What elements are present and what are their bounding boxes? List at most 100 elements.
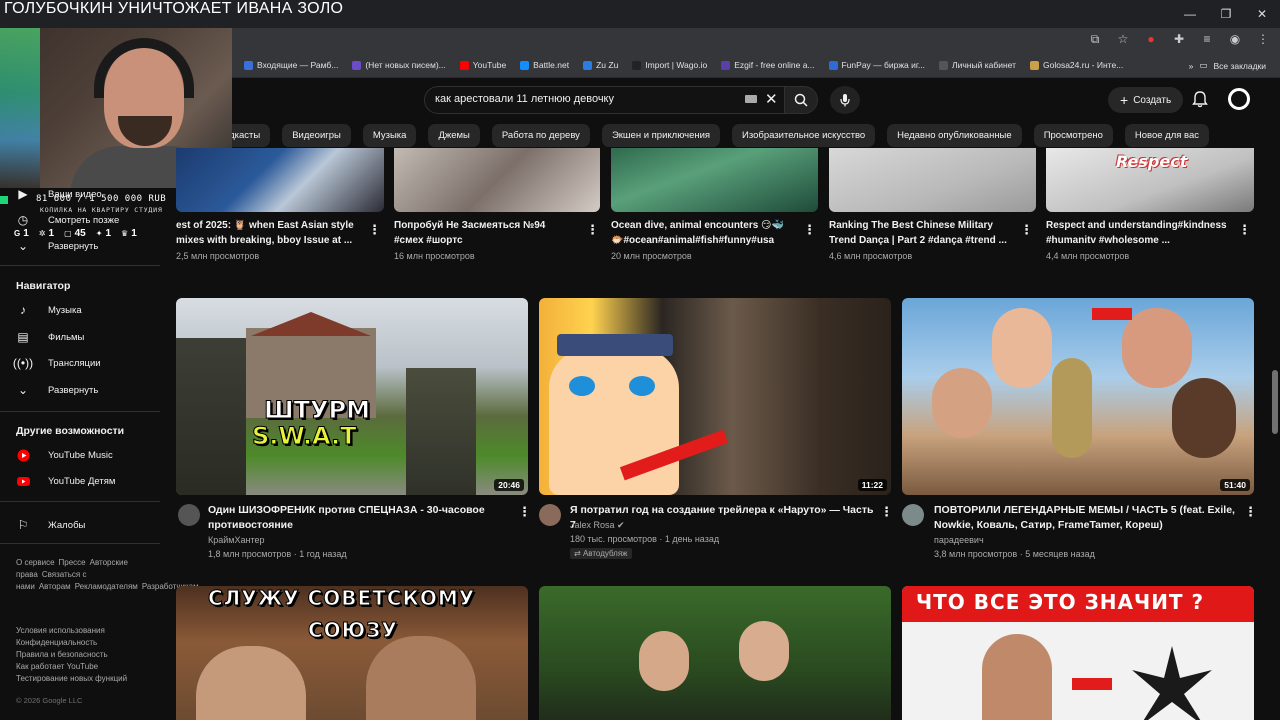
video-thumbnail[interactable] bbox=[539, 586, 891, 720]
sidebar-item-live[interactable]: ((•)) Трансляции bbox=[13, 356, 101, 370]
channel-name[interactable]: КраймХантер bbox=[208, 533, 264, 547]
video-thumbnail[interactable] bbox=[176, 148, 384, 212]
profile-icon[interactable]: ◉ bbox=[1228, 32, 1242, 46]
footer-links-secondary: Условия использования Конфиденциальность П… bbox=[16, 625, 146, 685]
channel-avatar[interactable] bbox=[539, 504, 561, 526]
account-avatar[interactable] bbox=[1228, 88, 1250, 110]
naruto-face bbox=[549, 348, 679, 495]
keyboard-icon[interactable] bbox=[745, 95, 757, 103]
more-icon[interactable]: ⋮ bbox=[1238, 222, 1251, 238]
puzzle-icon[interactable]: ✚ bbox=[1172, 32, 1186, 46]
sidebar-item-expand-nav[interactable]: ⌄ Развернуть bbox=[16, 383, 98, 397]
sidebar-item-watch-later[interactable]: ◷ Смотреть позже bbox=[16, 213, 120, 227]
sidebar-item-report[interactable]: ⚐ Жалобы bbox=[16, 518, 86, 532]
bookmark-item[interactable]: Личный кабинет bbox=[939, 60, 1016, 70]
install-icon[interactable]: ⧉ bbox=[1088, 32, 1102, 46]
filter-chip[interactable]: Работа по дереву bbox=[491, 124, 590, 147]
youtube-kids-icon bbox=[16, 474, 30, 488]
sidebar-item-youtube-kids[interactable]: YouTube Детям bbox=[16, 474, 115, 488]
video-title[interactable]: Один ШИЗОФРЕНИК против СПЕЦНАЗА - 30-час… bbox=[208, 503, 508, 533]
bookmark-item[interactable]: Battle.net bbox=[520, 60, 569, 70]
media-icon[interactable]: ≡ bbox=[1200, 32, 1214, 46]
more-icon[interactable]: ⋮ bbox=[1020, 222, 1033, 238]
filter-chip[interactable]: Недавно опубликованные bbox=[887, 124, 1022, 147]
sidebar-item-movies[interactable]: ▤ Фильмы bbox=[16, 330, 84, 344]
video-title[interactable]: Ranking The Best Chinese Military Trend D… bbox=[829, 218, 1019, 248]
video-title[interactable]: Попробуй Не Засмеяться №94 #смех #шортс bbox=[394, 218, 584, 248]
more-icon[interactable]: ⋮ bbox=[518, 504, 531, 520]
filter-chip[interactable]: Изобразительное искусство bbox=[732, 124, 876, 147]
sidebar-item-expand-top[interactable]: ⌄ Развернуть bbox=[16, 239, 98, 253]
voice-search-button[interactable] bbox=[830, 86, 860, 114]
channel-name[interactable]: парадеевич bbox=[934, 533, 984, 547]
footer-link[interactable]: Конфиденциальность bbox=[16, 638, 97, 647]
menu-icon[interactable]: ⋮ bbox=[1256, 32, 1270, 46]
channel-name[interactable]: Jalex Rosa ✔ bbox=[570, 518, 625, 532]
search-button[interactable] bbox=[784, 86, 818, 114]
footer-link[interactable]: Рекламодателям bbox=[75, 582, 138, 591]
video-title[interactable]: Ocean dive, animal encounters 😏🐳 🐡#ocean#… bbox=[611, 218, 801, 248]
video-thumbnail[interactable]: СЛУЖУ СОВЕТСКОМУ СОЮЗУ bbox=[176, 586, 528, 720]
filter-chip[interactable]: Видеоигры bbox=[282, 124, 351, 147]
filter-chip[interactable]: Новое для вас bbox=[1124, 124, 1210, 147]
search-query[interactable]: как арестовали 11 летнюю девочку bbox=[435, 93, 614, 105]
footer-link[interactable]: Правила и безопасность bbox=[16, 650, 108, 659]
video-title[interactable]: est of 2025: 🦉 when East Asian style mixe… bbox=[176, 218, 366, 248]
sidebar-item-music[interactable]: ♪ Музыка bbox=[16, 303, 82, 317]
stream-stats: G1 ✲ 1 ▢ 45 ✦ 1 ♛ 1 bbox=[14, 228, 137, 239]
filter-chip[interactable]: Джемы bbox=[428, 124, 480, 147]
more-icon[interactable]: ⋮ bbox=[368, 222, 381, 238]
video-thumbnail[interactable]: Respect bbox=[1046, 148, 1254, 212]
notifications-icon[interactable] bbox=[1192, 90, 1208, 108]
footer-link[interactable]: Тестирование новых функций bbox=[16, 674, 127, 683]
bookmark-item[interactable]: Zu Zu bbox=[583, 60, 618, 70]
close-icon[interactable]: ✕ bbox=[1244, 0, 1280, 28]
clear-icon[interactable]: ✕ bbox=[765, 90, 778, 108]
bookmark-item[interactable]: FunPay — биржа иг... bbox=[828, 60, 925, 70]
restore-icon[interactable]: ❐ bbox=[1208, 0, 1244, 28]
footer-link[interactable]: О сервисе bbox=[16, 558, 55, 567]
g-icon: G bbox=[14, 229, 21, 238]
star-icon[interactable]: ☆ bbox=[1116, 32, 1130, 46]
footer-link[interactable]: Прессе bbox=[59, 558, 86, 567]
video-duration: 20:46 bbox=[494, 479, 524, 491]
minimize-icon[interactable]: — bbox=[1172, 0, 1208, 28]
video-title[interactable]: Respect and understanding#kindness #human… bbox=[1046, 218, 1236, 248]
video-thumbnail[interactable] bbox=[829, 148, 1036, 212]
channel-avatar[interactable] bbox=[902, 504, 924, 526]
video-thumbnail[interactable]: ЧТО ВСЕ ЭТО ЗНАЧИТ ? bbox=[902, 586, 1254, 720]
search-input[interactable]: как арестовали 11 летнюю девочку ✕ bbox=[424, 86, 784, 114]
more-icon[interactable]: ⋮ bbox=[880, 504, 893, 520]
extension-red-icon[interactable]: ● bbox=[1144, 32, 1158, 46]
page-scrollbar[interactable] bbox=[1272, 370, 1278, 434]
video-title[interactable]: ПОВТОРИЛИ ЛЕГЕНДАРНЫЕ МЕМЫ / ЧАСТЬ 5 (fe… bbox=[934, 503, 1244, 533]
bookmark-item[interactable]: Входящие — Рамб... bbox=[244, 60, 338, 70]
footer-link[interactable]: Условия использования bbox=[16, 626, 105, 635]
create-button[interactable]: + Создать bbox=[1108, 87, 1184, 113]
more-icon[interactable]: ⋮ bbox=[803, 222, 816, 238]
footer-link[interactable]: Авторам bbox=[39, 582, 71, 591]
more-icon[interactable]: ⋮ bbox=[586, 222, 599, 238]
bookmark-item[interactable]: YouTube bbox=[459, 60, 506, 70]
video-thumbnail[interactable]: 51:40 bbox=[902, 298, 1254, 495]
bookmark-item[interactable]: Import | Wago.io bbox=[632, 60, 707, 70]
video-thumbnail[interactable] bbox=[394, 148, 600, 212]
person-face bbox=[639, 631, 689, 691]
more-icon[interactable]: ⋮ bbox=[1244, 504, 1257, 520]
filter-chip[interactable]: Музыка bbox=[362, 124, 417, 147]
channel-avatar[interactable] bbox=[178, 504, 200, 526]
bookmark-item[interactable]: (Нет новых писем)... bbox=[352, 60, 446, 70]
filter-chip[interactable]: Экшен и приключения bbox=[601, 124, 721, 147]
all-bookmarks[interactable]: » ▭ Все закладки bbox=[1189, 60, 1266, 71]
video-thumbnail[interactable]: 11:22 bbox=[539, 298, 891, 495]
youtube-music-icon bbox=[16, 448, 30, 462]
sidebar-item-youtube-music[interactable]: YouTube Music bbox=[16, 448, 113, 462]
bookmark-item[interactable]: Golosa24.ru - Инте... bbox=[1030, 60, 1123, 70]
sidebar: ▶ Ваши видео ◷ Смотреть позже ⌄ Разверну… bbox=[0, 187, 199, 720]
flag-icon: ⚐ bbox=[17, 518, 29, 532]
video-thumbnail[interactable] bbox=[611, 148, 818, 212]
video-thumbnail[interactable]: ШТУРМ S.W.A.T 20:46 bbox=[176, 298, 528, 495]
bookmark-item[interactable]: Ezgif - free online a... bbox=[721, 60, 815, 70]
filter-chip[interactable]: Просмотрено bbox=[1033, 124, 1113, 147]
footer-link[interactable]: Как работает YouTube bbox=[16, 662, 98, 671]
